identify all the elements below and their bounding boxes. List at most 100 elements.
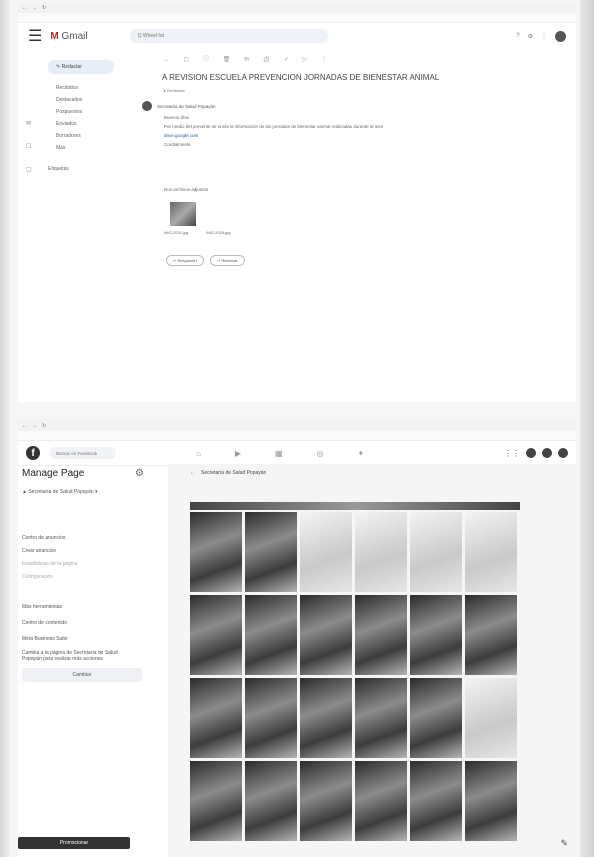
browser-address-bar[interactable]: ← → ↻ [18,2,576,13]
meta-business-suite-link[interactable]: Meta Business Suite [18,626,168,642]
gmail-logo[interactable]: M Gmail [50,31,87,42]
photo-tile[interactable] [410,761,462,841]
bookmarks-bar [18,13,576,23]
photo-tile[interactable] [245,678,297,758]
nav-inbox[interactable]: Recibidos [18,82,130,94]
settings-icon[interactable]: ⚙ [528,33,533,40]
more-tools-heading[interactable]: Más herramientas [18,580,168,610]
manage-page-sidebar: Manage Page ⚙ ▲ Secretaría de Salud Popa… [18,464,169,857]
messenger-chat-icon[interactable]: ✎ [560,838,568,849]
nav-more[interactable]: Más [18,142,130,154]
switch-button[interactable]: Cambiar [22,668,142,682]
album-title: Secretaría de Salud Popayán [201,470,267,476]
apps-icon[interactable]: ⋮ [541,33,547,40]
forward-button[interactable]: ↪ Reenviar [210,255,245,266]
help-icon[interactable]: ? [516,33,519,39]
photo-album: ← Secretaría de Salud Popayán ✎ [168,464,576,857]
photo-tile[interactable] [190,761,242,841]
photo-tile[interactable] [465,678,517,758]
photo-tile[interactable] [410,512,462,592]
creator-studio-link[interactable]: Centro de contenido [18,610,168,626]
sidebar-item-ads-center[interactable]: Centro de anuncios [18,495,168,541]
switch-page-text: Cambia a la página de Secretaría de Salu… [22,650,118,662]
photo-tile[interactable] [465,595,517,675]
reply-actions: ↩ Responder ↪ Reenviar [130,235,570,266]
drive-link[interactable]: drive.google.com [130,129,570,138]
attachment-file-2[interactable]: IMG-2024.jpg [206,230,230,235]
forward-icon[interactable]: → [32,423,37,429]
sidebar-item-insights[interactable]: Estadísticas de la página [18,554,112,567]
photo-tile[interactable] [300,512,352,592]
photo-tile[interactable] [190,678,242,758]
back-icon[interactable]: ← [22,423,27,429]
greeting: Buenos días [164,115,190,120]
sender-avatar[interactable] [142,101,152,111]
sender-row: Secretaria de Salud Popayán [130,93,570,111]
photo-tile[interactable] [410,678,462,758]
photo-tile[interactable] [465,761,517,841]
photo-tile[interactable] [300,761,352,841]
inbox-label-chip[interactable]: ▸ Recibidos [130,82,570,93]
attachment-thumbnail[interactable] [170,202,196,226]
meet-icon[interactable]: ▢ [26,166,32,173]
photo-tile[interactable] [355,595,407,675]
avatar[interactable] [555,30,566,42]
gmail-search-input[interactable]: Q Wheel fat [129,29,328,43]
page-selector[interactable]: ▲ Secretaría de Salud Popayán ▾ [18,479,168,495]
page-right-edge [580,0,594,857]
reload-icon[interactable]: ↻ [42,5,46,11]
reply-button[interactable]: ↩ Responder [166,255,205,266]
photo-tile[interactable] [190,512,242,592]
nav-snoozed[interactable]: Pospuestos [18,106,130,118]
photo-tile[interactable] [355,678,407,758]
photo-tile[interactable] [355,761,407,841]
groups-icon[interactable]: ◎ [317,449,324,458]
profile-avatar[interactable] [558,448,568,458]
back-icon[interactable]: ← [22,5,27,11]
compose-button[interactable]: ✎ Redactar [48,60,114,74]
photo-tile[interactable] [245,761,297,841]
reload-icon[interactable]: ↻ [42,423,46,429]
photo-tile[interactable] [245,595,297,675]
compose-label: Redactar [61,64,82,70]
sidebar-item-create-ads[interactable]: Crear anuncios [18,541,168,554]
photo-tile[interactable] [190,595,242,675]
menu-grid-icon[interactable]: ⋮⋮ [504,449,520,458]
photo-tile[interactable] [300,678,352,758]
search-text: Q Wheel fat [137,33,164,39]
photo-tile[interactable] [355,512,407,592]
gmail-header: ☰ M Gmail Q Wheel fat ? ⚙ ⋮ [18,23,576,49]
notifications-icon[interactable] [542,448,552,458]
facebook-screenshot: ← → ↻ f Buscar en Facebook ⌂ ▶ ▦ ◎ ✦ ⋮⋮ [18,420,576,857]
photo-tile[interactable] [300,595,352,675]
menu-icon[interactable]: ☰ [28,26,42,46]
browser-address-bar-2[interactable]: ← → ↻ [18,420,576,431]
message-toolbar[interactable]: ← ▢ ⓘ 🗑 ✉ ⏱ ✓ ▷ ⋮ [130,50,570,63]
sidebar-item-settings[interactable]: Configuración [18,567,168,580]
nav-sent[interactable]: Enviados [18,118,130,130]
facebook-nav-tabs: ⌂ ▶ ▦ ◎ ✦ [196,449,364,458]
gaming-icon[interactable]: ✦ [358,449,365,458]
facebook-search-input[interactable]: Buscar en Facebook [50,447,116,459]
back-arrow-icon[interactable]: ← [190,470,195,476]
home-icon[interactable]: ⌂ [196,449,201,458]
nav-starred[interactable]: Destacados [18,94,130,106]
forward-icon[interactable]: → [32,5,37,11]
gmail-header-right: ? ⚙ ⋮ [516,30,566,42]
body-text: Por medio del presente se envía la infor… [164,124,384,129]
promote-button[interactable]: Promocionar [18,837,130,849]
video-icon[interactable]: ▶ [235,449,241,458]
gear-icon[interactable]: ⚙ [135,468,144,479]
photo-tile[interactable] [410,595,462,675]
photo-tile[interactable] [465,512,517,592]
chat-icon[interactable]: ☐ [26,143,32,150]
nav-drafts[interactable]: Borradores [18,130,130,142]
facebook-header-right: ⋮⋮ [504,448,568,458]
messenger-icon[interactable] [526,448,536,458]
photo-tile[interactable] [245,512,297,592]
attachment-file-1[interactable]: IMG-2024.jpg [164,230,188,235]
marketplace-icon[interactable]: ▦ [275,449,283,458]
sender-name[interactable]: Secretaria de Salud Popayán [157,104,216,109]
facebook-logo-icon[interactable]: f [26,446,40,460]
mail-icon[interactable]: ✉ [26,120,32,127]
